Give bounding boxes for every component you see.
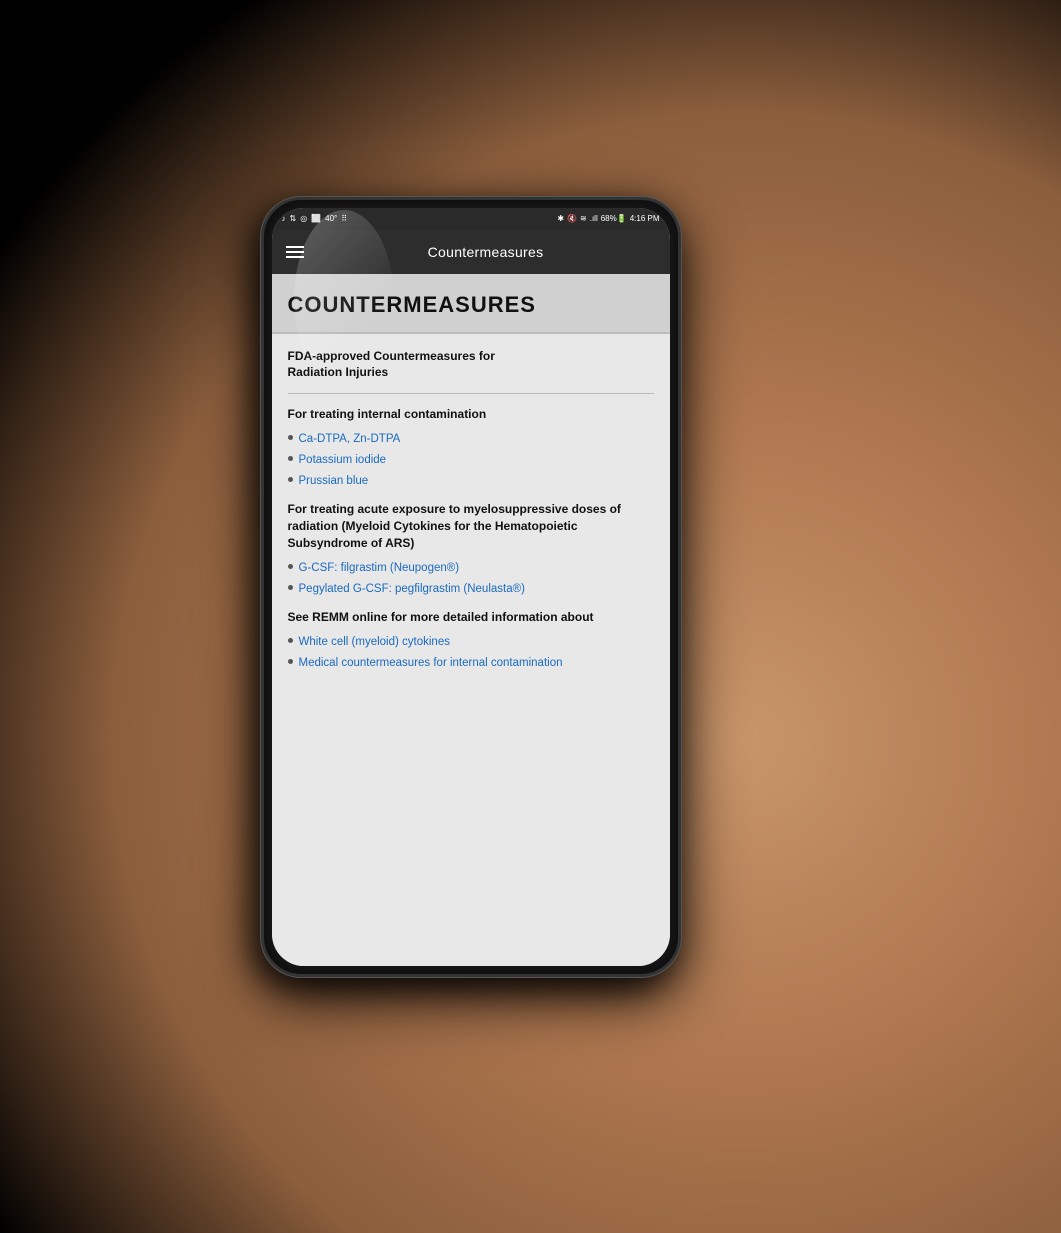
temp-display: 40°: [325, 214, 337, 223]
remm-section: See REMM online for more detailed inform…: [288, 609, 654, 671]
status-left-icons: ♪ ⇅ ◎ ⬜ 40° ⠿: [282, 214, 348, 223]
mute-icon: 🔇: [567, 214, 577, 223]
list-item: G-CSF: filgrastim (Neupogen®): [288, 560, 654, 576]
phone-screen: ♪ ⇅ ◎ ⬜ 40° ⠿ ✱ 🔇 ≋ .ıll 68%🔋 4:16 PM: [272, 208, 670, 966]
list-item: Prussian blue: [288, 473, 654, 489]
bullet-dot: [288, 456, 293, 461]
pegylated-gcsf-link[interactable]: Pegylated G-CSF: pegfilgrastim (Neulasta…: [299, 581, 525, 597]
list-item: Ca-DTPA, Zn-DTPA: [288, 431, 654, 447]
ca-dtpa-link[interactable]: Ca-DTPA, Zn-DTPA: [299, 431, 401, 447]
bullet-dot: [288, 435, 293, 440]
toolbar-title: Countermeasures: [316, 244, 656, 260]
screenshot-icon: ⬜: [311, 214, 321, 223]
fda-section-heading: FDA-approved Countermeasures forRadiatio…: [288, 348, 654, 382]
bullet-dot: [288, 564, 293, 569]
bullet-dot: [288, 659, 293, 664]
main-content: FDA-approved Countermeasures forRadiatio…: [272, 334, 670, 695]
remm-heading: See REMM online for more detailed inform…: [288, 609, 654, 626]
list-item: Pegylated G-CSF: pegfilgrastim (Neulasta…: [288, 581, 654, 597]
sync-icon: ⇅: [290, 214, 297, 223]
bullet-dot: [288, 638, 293, 643]
gcsf-link[interactable]: G-CSF: filgrastim (Neupogen®): [299, 560, 460, 576]
myelosuppressive-heading: For treating acute exposure to myelosupp…: [288, 501, 654, 551]
battery-display: 68%🔋: [601, 214, 627, 223]
potassium-iodide-link[interactable]: Potassium iodide: [299, 452, 387, 468]
myelosuppressive-list: G-CSF: filgrastim (Neupogen®) Pegylated …: [288, 560, 654, 597]
white-cell-link[interactable]: White cell (myeloid) cytokines: [299, 634, 450, 650]
remm-list: White cell (myeloid) cytokines Medical c…: [288, 634, 654, 671]
medical-countermeasures-link[interactable]: Medical countermeasures for internal con…: [299, 655, 563, 671]
status-right-icons: ✱ 🔇 ≋ .ıll 68%🔋 4:16 PM: [557, 214, 659, 223]
prussian-blue-link[interactable]: Prussian blue: [299, 473, 369, 489]
time-display: 4:16 PM: [630, 214, 660, 223]
grid-icon: ⠿: [341, 214, 347, 223]
divider-1: [288, 393, 654, 394]
menu-button[interactable]: [286, 246, 304, 258]
hamburger-line-3: [286, 256, 304, 258]
list-item: White cell (myeloid) cytokines: [288, 634, 654, 650]
list-item: Medical countermeasures for internal con…: [288, 655, 654, 671]
signal-bars-icon: .ıll: [590, 214, 598, 223]
content-area: COUNTERMEASURES FDA-approved Countermeas…: [272, 274, 670, 966]
music-icon: ♪: [282, 214, 286, 223]
hamburger-line-2: [286, 251, 304, 253]
internal-contamination-list: Ca-DTPA, Zn-DTPA Potassium iodide Prussi…: [288, 431, 654, 489]
page-title-banner: COUNTERMEASURES: [272, 274, 670, 334]
internal-contamination-heading: For treating internal contamination: [288, 406, 654, 423]
wifi-icon: ◎: [300, 214, 307, 223]
app-toolbar: Countermeasures: [272, 230, 670, 274]
list-item: Potassium iodide: [288, 452, 654, 468]
hamburger-line-1: [286, 246, 304, 248]
wifi-signal-icon: ≋: [580, 214, 587, 223]
bullet-dot: [288, 477, 293, 482]
phone-device: ♪ ⇅ ◎ ⬜ 40° ⠿ ✱ 🔇 ≋ .ıll 68%🔋 4:16 PM: [261, 197, 681, 977]
bluetooth-icon: ✱: [557, 214, 564, 223]
bullet-dot: [288, 585, 293, 590]
page-title: COUNTERMEASURES: [288, 292, 654, 318]
status-bar: ♪ ⇅ ◎ ⬜ 40° ⠿ ✱ 🔇 ≋ .ıll 68%🔋 4:16 PM: [272, 208, 670, 230]
